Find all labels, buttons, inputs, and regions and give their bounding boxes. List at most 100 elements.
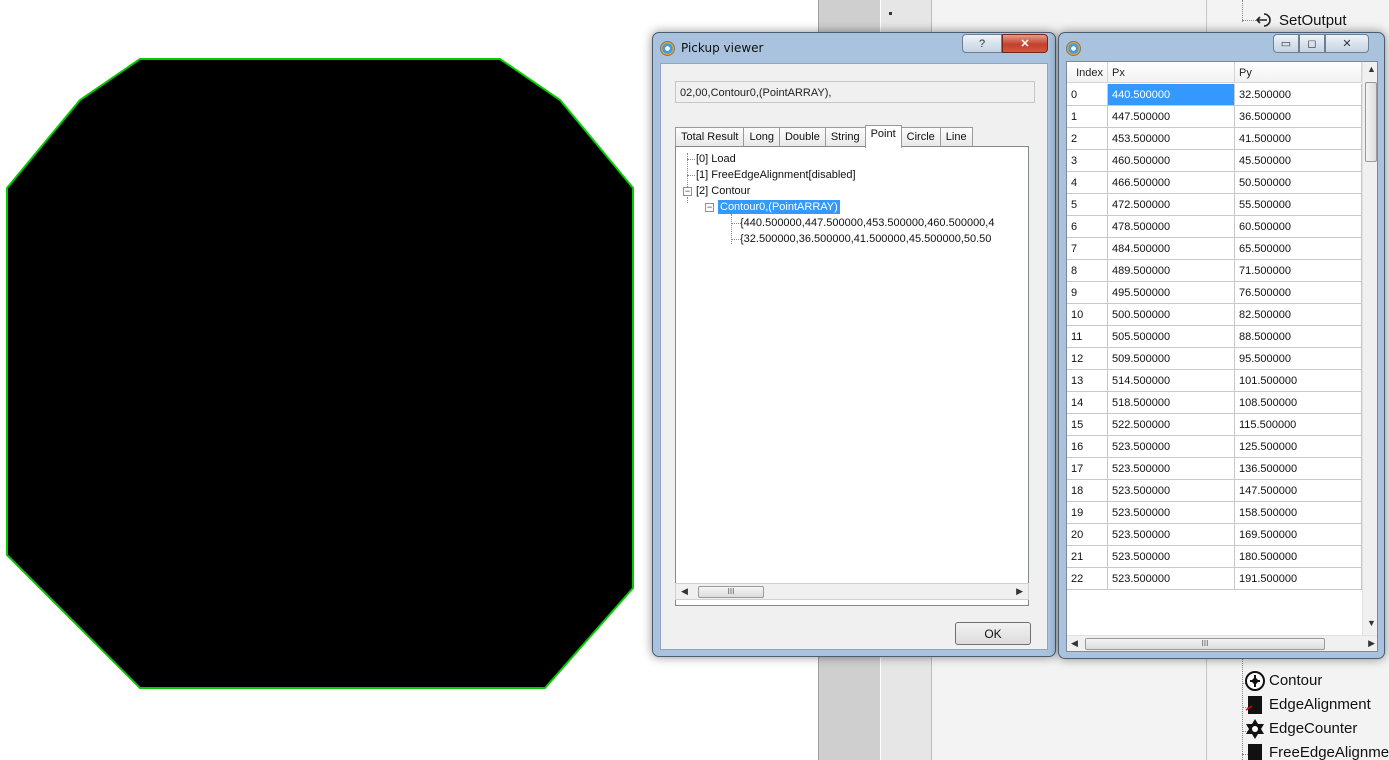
tree-item-load[interactable]: [0] Load <box>696 152 736 166</box>
scroll-right-icon[interactable]: ▶ <box>1016 586 1023 597</box>
cell-index[interactable]: 8 <box>1067 260 1108 282</box>
tree-item-freeedgealignment[interactable]: FreeEdgeAlignment <box>1244 742 1389 760</box>
cell-py[interactable]: 76.500000 <box>1235 282 1362 304</box>
column-header-index[interactable]: Index <box>1067 62 1108 83</box>
table-row[interactable]: 20 523.500000 169.500000 <box>1067 524 1362 546</box>
tree-item-edgealignment[interactable]: EdgeAlignment <box>1244 694 1371 714</box>
cell-index[interactable]: 3 <box>1067 150 1108 172</box>
column-header-px[interactable]: Px <box>1108 62 1235 83</box>
tab-circle[interactable]: Circle <box>900 127 941 147</box>
table-row[interactable]: 18 523.500000 147.500000 <box>1067 480 1362 502</box>
tree-item-y-values[interactable]: {32.500000,36.500000,41.500000,45.500000… <box>740 232 991 246</box>
tab-line[interactable]: Line <box>939 127 973 147</box>
table-row[interactable]: 21 523.500000 180.500000 <box>1067 546 1362 568</box>
cell-px[interactable]: 523.500000 <box>1108 546 1235 568</box>
tree-horizontal-scrollbar[interactable]: ◀ III ▶ <box>675 583 1029 600</box>
table-row[interactable]: 12 509.500000 95.500000 <box>1067 348 1362 370</box>
cell-py[interactable]: 136.500000 <box>1235 458 1362 480</box>
table-row[interactable]: 5 472.500000 55.500000 <box>1067 194 1362 216</box>
cell-py[interactable]: 32.500000 <box>1235 84 1362 106</box>
cell-index[interactable]: 14 <box>1067 392 1108 414</box>
cell-index[interactable]: 2 <box>1067 128 1108 150</box>
scroll-thumb[interactable]: III <box>698 586 764 598</box>
table-row[interactable]: 19 523.500000 158.500000 <box>1067 502 1362 524</box>
cell-index[interactable]: 22 <box>1067 568 1108 590</box>
cell-py[interactable]: 125.500000 <box>1235 436 1362 458</box>
table-row[interactable]: 13 514.500000 101.500000 <box>1067 370 1362 392</box>
table-row[interactable]: 14 518.500000 108.500000 <box>1067 392 1362 414</box>
cell-px[interactable]: 523.500000 <box>1108 480 1235 502</box>
grid-vertical-scrollbar[interactable]: ▲ ▼ <box>1362 62 1377 635</box>
table-row[interactable]: 3 460.500000 45.500000 <box>1067 150 1362 172</box>
cell-py[interactable]: 158.500000 <box>1235 502 1362 524</box>
cell-px[interactable]: 478.500000 <box>1108 216 1235 238</box>
grid-horizontal-scrollbar[interactable]: ◀ III ▶ <box>1067 635 1377 651</box>
cell-px[interactable]: 522.500000 <box>1108 414 1235 436</box>
cell-index[interactable]: 21 <box>1067 546 1108 568</box>
cell-px[interactable]: 460.500000 <box>1108 150 1235 172</box>
table-row[interactable]: 16 523.500000 125.500000 <box>1067 436 1362 458</box>
cell-px[interactable]: 523.500000 <box>1108 436 1235 458</box>
cell-px[interactable]: 484.500000 <box>1108 238 1235 260</box>
cell-px[interactable]: 514.500000 <box>1108 370 1235 392</box>
cell-py[interactable]: 101.500000 <box>1235 370 1362 392</box>
table-row[interactable]: 6 478.500000 60.500000 <box>1067 216 1362 238</box>
table-row[interactable]: 2 453.500000 41.500000 <box>1067 128 1362 150</box>
table-row[interactable]: 10 500.500000 82.500000 <box>1067 304 1362 326</box>
cell-index[interactable]: 17 <box>1067 458 1108 480</box>
cell-py[interactable]: 169.500000 <box>1235 524 1362 546</box>
table-row[interactable]: 11 505.500000 88.500000 <box>1067 326 1362 348</box>
cell-px[interactable]: 509.500000 <box>1108 348 1235 370</box>
cell-py[interactable]: 180.500000 <box>1235 546 1362 568</box>
cell-px[interactable]: 518.500000 <box>1108 392 1235 414</box>
minimize-button[interactable]: ▭ <box>1273 34 1299 53</box>
cell-index[interactable]: 5 <box>1067 194 1108 216</box>
scroll-left-icon[interactable]: ◀ <box>681 586 688 597</box>
tab-string[interactable]: String <box>824 127 866 147</box>
cell-px[interactable]: 447.500000 <box>1108 106 1235 128</box>
cell-py[interactable]: 36.500000 <box>1235 106 1362 128</box>
tree-item-contour[interactable]: Contour <box>1244 670 1322 691</box>
cell-index[interactable]: 6 <box>1067 216 1108 238</box>
help-button[interactable]: ? <box>962 34 1002 53</box>
scroll-up-icon[interactable]: ▲ <box>1367 64 1376 74</box>
table-row[interactable]: 22 523.500000 191.500000 <box>1067 568 1362 590</box>
close-button[interactable]: ✕ <box>1002 34 1048 53</box>
collapse-toggle[interactable]: − <box>705 203 714 212</box>
tab-long[interactable]: Long <box>743 127 780 147</box>
cell-py[interactable]: 108.500000 <box>1235 392 1362 414</box>
cell-py[interactable]: 88.500000 <box>1235 326 1362 348</box>
cell-px[interactable]: 440.500000 <box>1108 84 1235 106</box>
scroll-down-icon[interactable]: ▼ <box>1367 618 1376 628</box>
cell-py[interactable]: 55.500000 <box>1235 194 1362 216</box>
scroll-right-icon[interactable]: ▶ <box>1368 638 1375 649</box>
cell-index[interactable]: 11 <box>1067 326 1108 348</box>
table-row[interactable]: 7 484.500000 65.500000 <box>1067 238 1362 260</box>
tab-total-result[interactable]: Total Result <box>675 127 745 147</box>
cell-py[interactable]: 71.500000 <box>1235 260 1362 282</box>
cell-index[interactable]: 10 <box>1067 304 1108 326</box>
cell-px[interactable]: 505.500000 <box>1108 326 1235 348</box>
collapse-toggle[interactable]: − <box>683 187 692 196</box>
cell-px[interactable]: 523.500000 <box>1108 568 1235 590</box>
cell-py[interactable]: 45.500000 <box>1235 150 1362 172</box>
cell-index[interactable]: 13 <box>1067 370 1108 392</box>
cell-index[interactable]: 0 <box>1067 84 1108 106</box>
cell-px[interactable]: 472.500000 <box>1108 194 1235 216</box>
cell-index[interactable]: 15 <box>1067 414 1108 436</box>
cell-index[interactable]: 16 <box>1067 436 1108 458</box>
maximize-button[interactable]: ◻ <box>1299 34 1325 53</box>
cell-py[interactable]: 147.500000 <box>1235 480 1362 502</box>
cell-px[interactable]: 489.500000 <box>1108 260 1235 282</box>
cell-index[interactable]: 18 <box>1067 480 1108 502</box>
cell-py[interactable]: 50.500000 <box>1235 172 1362 194</box>
scroll-left-icon[interactable]: ◀ <box>1071 638 1078 649</box>
close-button[interactable]: ✕ <box>1325 34 1369 53</box>
tree-item-freeedgealignment[interactable]: [1] FreeEdgeAlignment[disabled] <box>696 168 856 182</box>
cell-index[interactable]: 20 <box>1067 524 1108 546</box>
cell-py[interactable]: 191.500000 <box>1235 568 1362 590</box>
tree-item-edgecounter[interactable]: EdgeCounter <box>1244 718 1357 739</box>
tree-item-setoutput[interactable]: SetOutput <box>1254 10 1347 30</box>
table-row[interactable]: 17 523.500000 136.500000 <box>1067 458 1362 480</box>
tab-double[interactable]: Double <box>778 127 826 147</box>
